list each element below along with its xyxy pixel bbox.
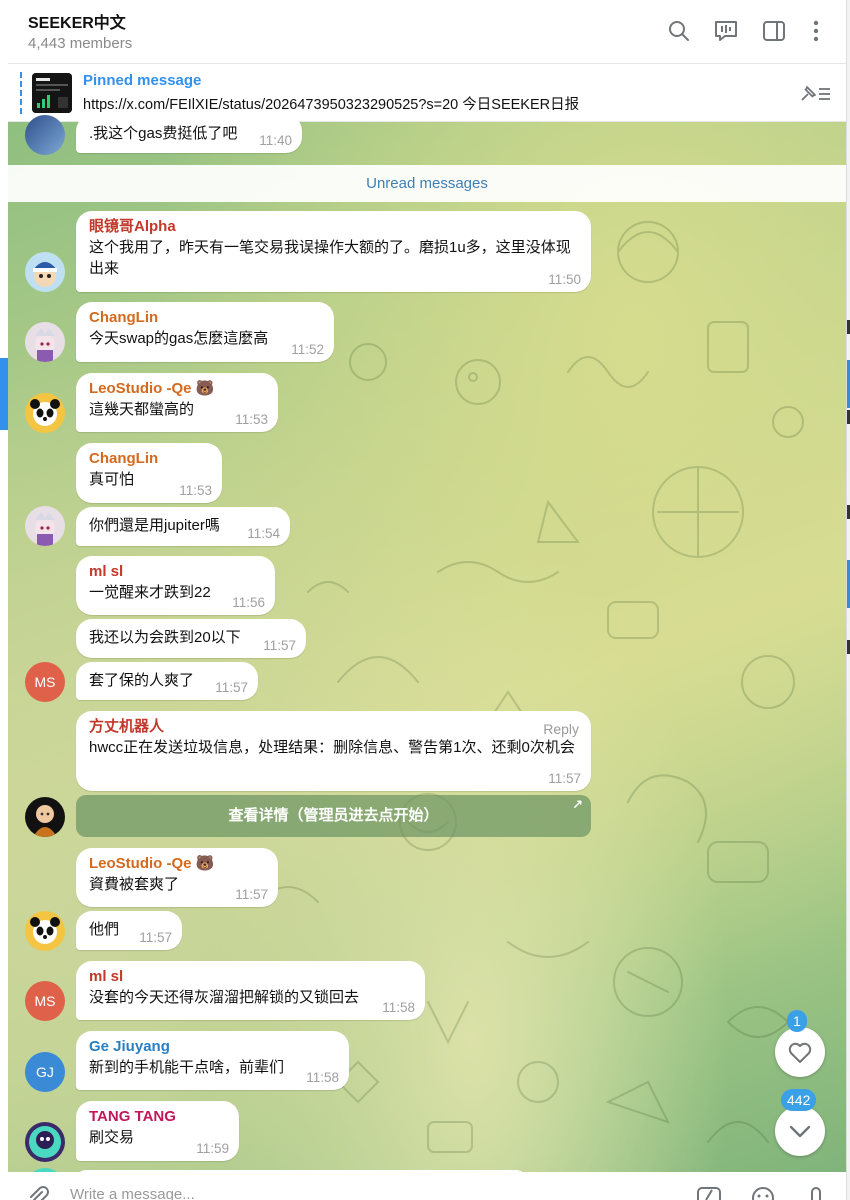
chat-title: SEEKER中文 [28,15,126,32]
inline-button-label: 查看详情（管理员进去点开始） [228,807,439,824]
scroll-down-button[interactable] [775,1106,825,1156]
more-icon[interactable] [803,18,829,44]
avatar[interactable] [25,115,65,155]
pinned-title: Pinned message [83,72,202,89]
voice-chat-icon[interactable] [713,18,739,44]
message-time: 11:56 [232,595,265,610]
inline-keyboard-button[interactable]: 查看详情（管理员进去点开始） ↗ [76,795,591,837]
sender-name[interactable]: LeoStudio -Qe 🐻 [89,854,266,874]
reactions-badge: 1 [787,1010,807,1032]
heart-icon [788,1042,812,1063]
sender-name[interactable]: ChangLin [89,308,322,328]
sender-name[interactable]: ml sl [89,562,263,582]
sender-name[interactable]: ml sl [89,967,413,987]
attach-icon[interactable] [26,1186,50,1200]
message-bubble[interactable]: 你們還是用jupiter嗎 11:54 [76,507,290,546]
avatar[interactable] [25,252,65,292]
message-text: 今天swap的gas怎麼這麼高 [89,330,269,347]
message-time: 11:58 [306,1070,339,1085]
pinned-indicator [20,72,22,114]
message-time: 11:40 [259,133,292,148]
message-time: 11:53 [179,483,212,498]
avatar[interactable] [25,797,65,837]
reactions-button[interactable] [775,1027,825,1077]
command-icon[interactable] [696,1186,722,1200]
avatar[interactable] [25,322,65,362]
sidebar-icon[interactable] [761,18,787,44]
message-bubble[interactable]: .我这个gas费挺低了吧 11:40 [76,115,302,153]
message-bubble[interactable]: 眼镜哥Alpha 这个我用了，昨天有一笔交易我误操作大额的了。磨损1u多，这里没… [76,211,591,292]
message-bubble[interactable]: ml sl 一觉醒来才跌到22 11:56 [76,556,275,615]
message-text: 没套的今天还得灰溜溜把解锁的又锁回去 [89,989,360,1006]
message-bubble[interactable]: LeoStudio -Qe 🐻 資費被套爽了 11:57 [76,848,278,907]
search-icon[interactable] [666,18,692,44]
message-text: 这个我用了，昨天有一笔交易我误操作大额的了。磨损1u多，这里没体现出来 [89,239,571,277]
avatar[interactable]: MS [25,662,65,702]
telegram-window: SEEKER中文 4,443 members Pinned message ht… [0,0,850,1200]
sender-name[interactable]: TANG TANG [89,1107,227,1127]
pinned-text[interactable]: https://x.com/FEIlXIE/status/20264739503… [83,93,579,114]
avatar[interactable] [25,911,65,951]
avatar[interactable]: GJ [25,1052,65,1092]
reply-button[interactable]: Reply [543,721,579,737]
message-bubble[interactable]: 套了保的人爽了 11:57 [76,662,258,700]
message-time: 11:58 [382,1000,415,1015]
message-time: 11:57 [215,680,248,695]
left-accent-bar [0,358,8,430]
sender-name[interactable]: 眼镜哥Alpha [89,217,579,237]
sender-name[interactable]: LeoStudio -Qe 🐻 [89,379,266,399]
chevron-down-icon [789,1125,811,1138]
message-text: 新到的手机能干点啥，前辈们 [89,1059,285,1076]
message-time: 11:57 [235,887,268,902]
unread-count-badge: 442 [781,1089,817,1111]
pinned-message-bar[interactable]: Pinned message https://x.com/FEIlXIE/sta… [8,64,846,122]
message-bubble[interactable]: ml sl 没套的今天还得灰溜溜把解锁的又锁回去 11:58 [76,961,425,1020]
microphone-icon[interactable] [806,1186,826,1200]
emoji-icon[interactable] [750,1186,776,1200]
message-time: 11:59 [196,1141,229,1156]
member-count: 4,443 members [28,35,133,52]
external-link-icon: ↗ [572,797,583,812]
message-bubble[interactable]: 我还以为会跌到20以下 11:57 [76,619,306,658]
chat-header[interactable]: SEEKER中文 4,443 members [8,0,846,64]
message-time: 11:52 [291,342,324,357]
avatar[interactable] [25,506,65,546]
message-input[interactable]: Write a message... [70,1186,195,1200]
avatar[interactable]: MS [25,981,65,1021]
pin-list-icon[interactable] [798,82,832,106]
message-bubble[interactable]: TANG TANG 刷交易 11:59 [76,1101,239,1161]
message-bubble[interactable]: Ge Jiuyang 新到的手机能干点啥，前辈们 11:58 [76,1031,349,1090]
pinned-thumbnail [32,73,72,113]
message-bubble[interactable]: ChangLin 今天swap的gas怎麼這麼高 11:52 [76,302,334,362]
avatar[interactable] [25,1122,65,1162]
message-text: hwcc正在发送垃圾信息，处理结果：删除信息、警告第1次、还剩0次机会 [89,739,575,756]
sender-name[interactable]: ChangLin [89,449,210,469]
message-bubble[interactable]: LeoStudio -Qe 🐻 這幾天都蠻高的 11:53 [76,373,278,432]
sender-name[interactable]: Ge Jiuyang [89,1037,337,1057]
message-time: 11:53 [235,412,268,427]
avatar[interactable] [25,393,65,433]
message-time: 11:50 [548,272,581,287]
message-time: 11:57 [139,930,172,945]
unread-messages-divider: Unread messages [8,165,846,202]
message-bubble[interactable]: ChangLin 真可怕 11:53 [76,443,222,503]
message-bubble[interactable]: 方丈机器人 Reply hwcc正在发送垃圾信息，处理结果：删除信息、警告第1次… [76,711,591,791]
sender-name[interactable]: 方丈机器人 [89,717,579,737]
message-bubble[interactable]: 他們 11:57 [76,911,182,950]
message-time: 11:57 [548,771,581,786]
message-time: 11:54 [247,526,280,541]
message-composer[interactable]: Write a message... [8,1172,846,1200]
message-time: 11:57 [263,638,296,653]
